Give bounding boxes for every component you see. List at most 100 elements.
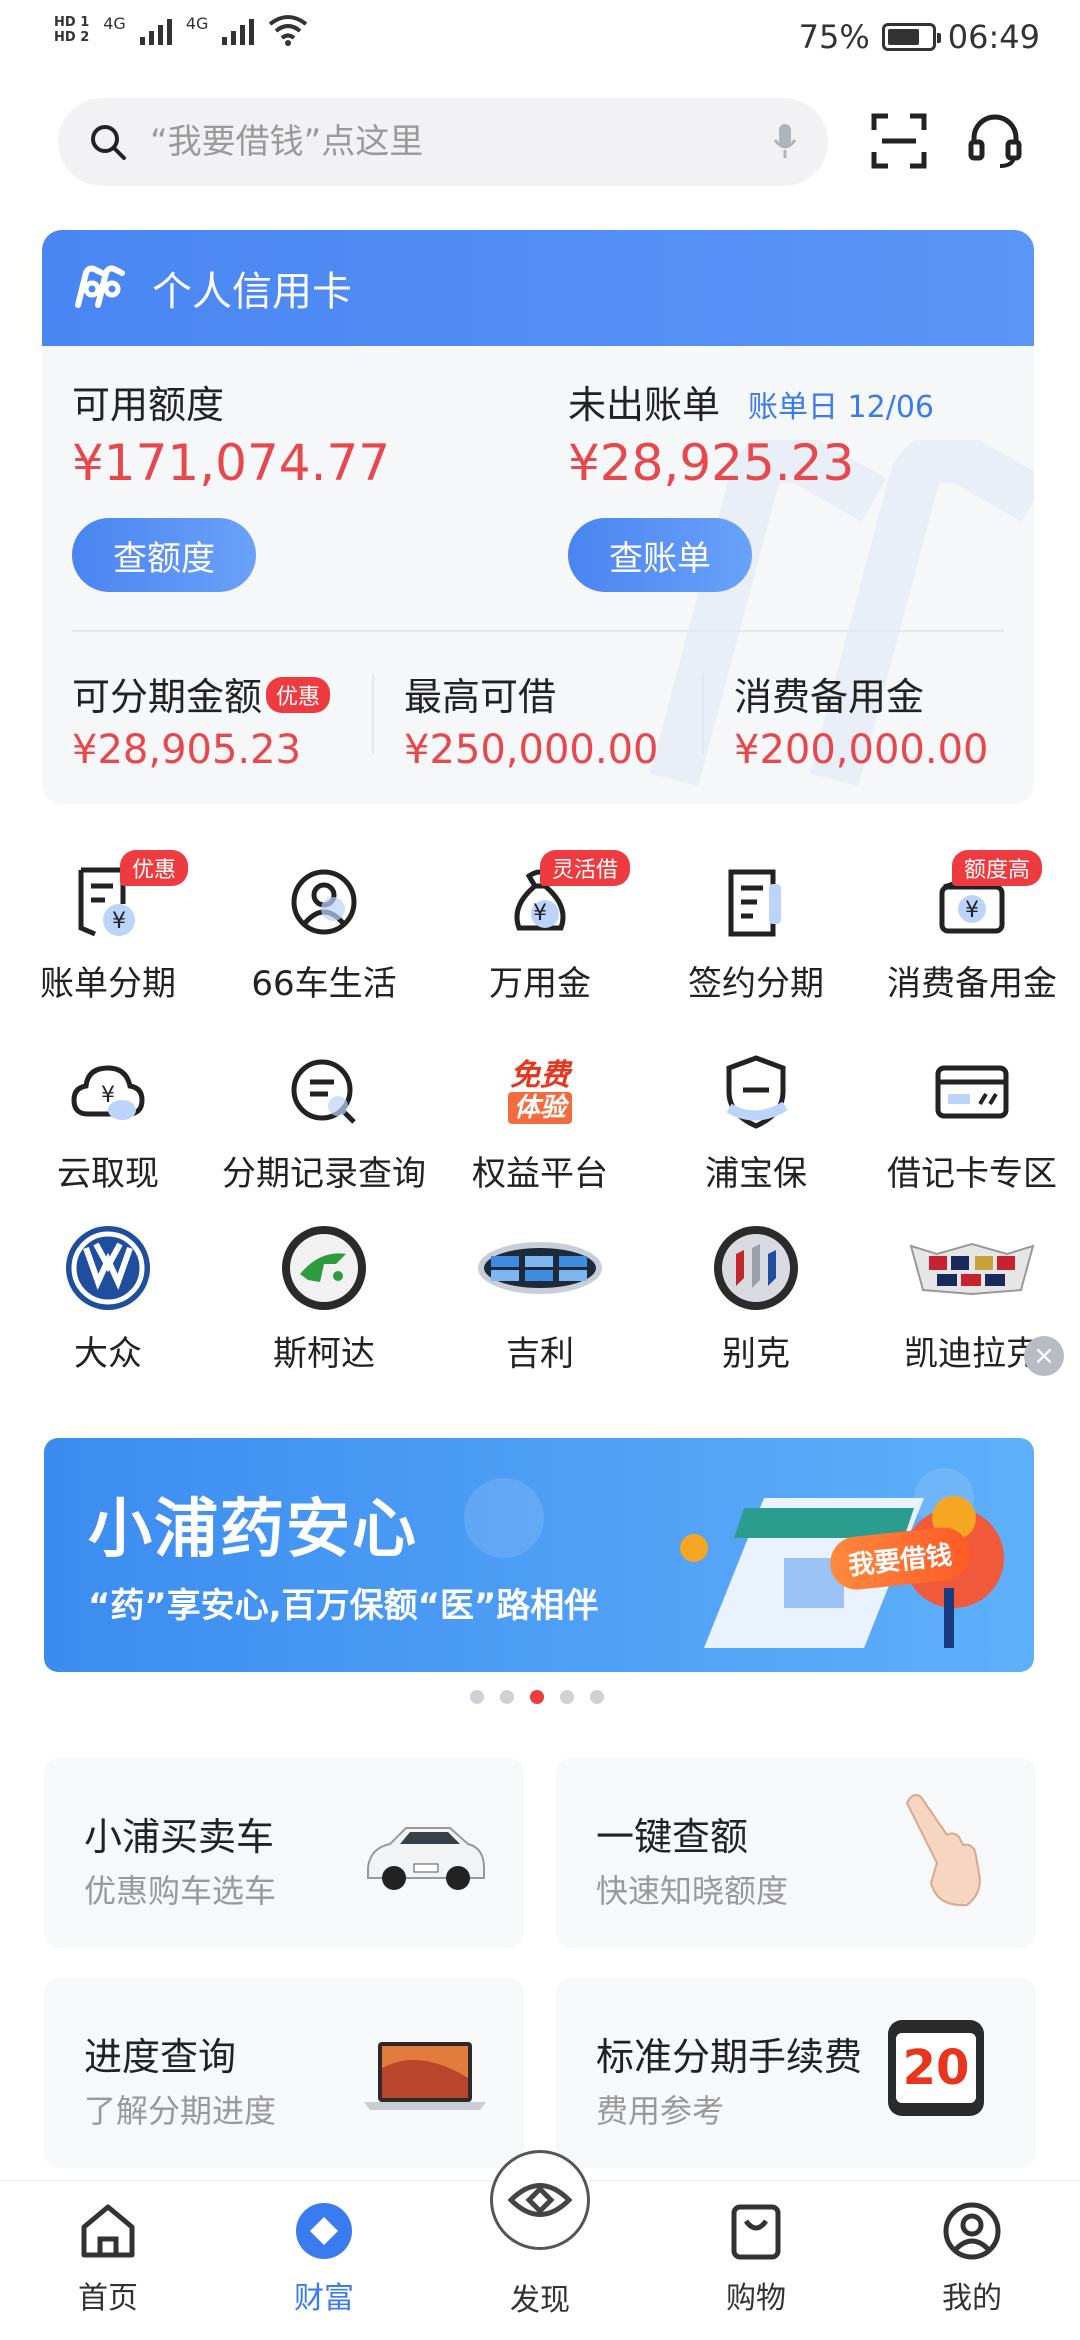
tag-high-limit: 额度高	[952, 850, 1043, 886]
card-divider-vertical	[372, 674, 374, 754]
clock: 06:49	[947, 18, 1040, 56]
brand-skoda[interactable]: 斯柯达	[216, 1224, 432, 1375]
contract-icon	[716, 862, 796, 942]
carousel-dot[interactable]	[470, 1690, 484, 1704]
sim2-label: HD 2	[54, 30, 90, 45]
wealth-icon	[292, 2199, 356, 2263]
available-label: 可用额度	[72, 383, 225, 427]
volkswagen-logo	[64, 1224, 152, 1312]
home-icon	[76, 2199, 140, 2263]
max-loan-amount: ¥250,000.00	[404, 727, 659, 773]
carousel-dot-active[interactable]	[530, 1690, 544, 1704]
tile-subtitle: 优惠购车选车	[84, 1872, 277, 1910]
free-trial-icon: 免费 体验	[500, 1052, 580, 1132]
service-bill-installment[interactable]: ¥ 优惠 账单分期	[0, 850, 216, 1005]
tile-subtitle: 了解分期进度	[84, 2092, 277, 2130]
money-bag-icon: ¥ 灵活借	[500, 850, 631, 942]
check-bill-button[interactable]: 查账单	[568, 518, 752, 592]
max-loan-block[interactable]: 最高可借 ¥250,000.00	[404, 666, 658, 773]
nav-label: 发现	[510, 2283, 570, 2318]
brand-volkswagen[interactable]: 大众	[0, 1224, 216, 1375]
profile-icon	[940, 2199, 1004, 2263]
search-bar[interactable]	[58, 98, 828, 186]
geely-logo	[475, 1224, 605, 1312]
carousel-indicator	[470, 1690, 604, 1704]
nav-label: 首页	[78, 2281, 138, 2316]
cloud-cash-icon: ¥	[68, 1052, 148, 1132]
finger-tap-image	[872, 1788, 1002, 1918]
status-bar: HD 1 HD 2 4G 4G 75% 06:49	[0, 0, 1080, 72]
banner-title: 小浦药安心	[88, 1493, 418, 1567]
credit-card-panel: 个人信用卡 可用额度 ¥171,074.77 查额度 未出账单 账单日 12/0…	[42, 230, 1034, 804]
credit-card-header[interactable]: 个人信用卡	[42, 230, 1034, 346]
brand-geely[interactable]: 吉利	[432, 1224, 648, 1375]
tile-subtitle: 费用参考	[596, 2092, 725, 2130]
reserve-block[interactable]: 消费备用金 ¥200,000.00	[734, 666, 988, 773]
card-divider	[72, 630, 1004, 632]
service-pubaobao[interactable]: 浦宝保	[648, 1052, 864, 1195]
record-search-icon	[284, 1052, 364, 1132]
tile-progress-query[interactable]: 进度查询 了解分期进度	[44, 1978, 524, 2168]
service-cloud-cash[interactable]: ¥ 云取现	[0, 1052, 216, 1195]
service-universal-money[interactable]: ¥ 灵活借 万用金	[432, 850, 648, 1005]
bill-day: 账单日 12/06	[748, 390, 934, 425]
tile-buy-sell-car[interactable]: 小浦买卖车 优惠购车选车	[44, 1758, 524, 1948]
calendar-number: 20	[896, 2033, 976, 2103]
bill-installment-icon: ¥ 优惠	[68, 850, 189, 942]
service-contract-installment[interactable]: 签约分期	[648, 862, 864, 1005]
service-installment-records[interactable]: 分期记录查询	[216, 1052, 432, 1195]
svg-text:¥: ¥	[112, 909, 126, 934]
carousel-dot[interactable]	[590, 1690, 604, 1704]
battery-percent: 75%	[798, 18, 870, 56]
customer-service-icon[interactable]	[962, 108, 1028, 174]
service-label: 权益平台	[472, 1154, 608, 1194]
installment-badge: 优惠	[266, 677, 331, 713]
carousel-dot[interactable]	[560, 1690, 574, 1704]
service-debit-card[interactable]: 借记卡专区	[864, 1052, 1080, 1195]
carousel-dot[interactable]	[500, 1690, 514, 1704]
nav-discover[interactable]: 发现	[432, 2265, 648, 2319]
signal-2-icon	[222, 15, 255, 45]
spdb-logo-icon	[75, 265, 125, 308]
nav-shopping[interactable]: 购物	[648, 2199, 864, 2317]
installment-block[interactable]: 可分期金额 优惠 ¥28,905.23	[72, 666, 331, 773]
tile-title: 进度查询	[84, 2035, 237, 2079]
service-car-life[interactable]: 66车生活	[216, 862, 432, 1005]
installment-label: 可分期金额	[72, 675, 263, 719]
card-title: 个人信用卡	[152, 269, 352, 315]
sim1-label: HD 1	[54, 15, 90, 30]
nav-profile[interactable]: 我的	[864, 2199, 1080, 2317]
tile-installment-fee[interactable]: 标准分期手续费 费用参考 20	[556, 1978, 1036, 2168]
skoda-logo	[280, 1224, 368, 1312]
nav-label: 我的	[942, 2281, 1002, 2316]
brand-buick[interactable]: 别克	[648, 1224, 864, 1375]
cadillac-logo	[907, 1224, 1037, 1312]
search-input[interactable]	[150, 122, 772, 162]
nav-home[interactable]: 首页	[0, 2199, 216, 2317]
service-label: 万用金	[489, 964, 591, 1004]
search-icon	[91, 125, 126, 160]
service-label: 66车生活	[251, 964, 397, 1004]
wifi-icon	[269, 15, 308, 46]
close-icon[interactable]: ×	[1024, 1336, 1064, 1376]
tile-check-limit[interactable]: 一键查额 快速知晓额度	[556, 1758, 1036, 1948]
microphone-icon[interactable]	[772, 122, 798, 162]
max-loan-label: 最高可借	[404, 675, 557, 719]
unbilled-amount: ¥28,925.23	[568, 434, 855, 492]
service-rights-platform[interactable]: 免费 体验 权益平台	[432, 1052, 648, 1195]
shield-icon	[716, 1052, 796, 1132]
svg-text:¥: ¥	[533, 901, 547, 926]
check-limit-button[interactable]: 查额度	[72, 518, 256, 592]
service-consumer-reserve[interactable]: ¥ 额度高 消费备用金	[864, 850, 1080, 1005]
laptop-image	[360, 2008, 490, 2138]
network-1-label: 4G	[103, 14, 126, 33]
service-label: 浦宝保	[705, 1154, 807, 1194]
nav-wealth[interactable]: 财富	[216, 2199, 432, 2317]
svg-text:¥: ¥	[965, 898, 979, 923]
nav-label: 财富	[294, 2281, 354, 2316]
brand-label: 吉利	[506, 1334, 574, 1374]
scan-icon[interactable]	[866, 108, 932, 174]
reserve-label: 消费备用金	[734, 675, 925, 719]
free-trial-line1: 免费	[510, 1058, 570, 1093]
discover-eye-icon[interactable]	[490, 2150, 590, 2250]
